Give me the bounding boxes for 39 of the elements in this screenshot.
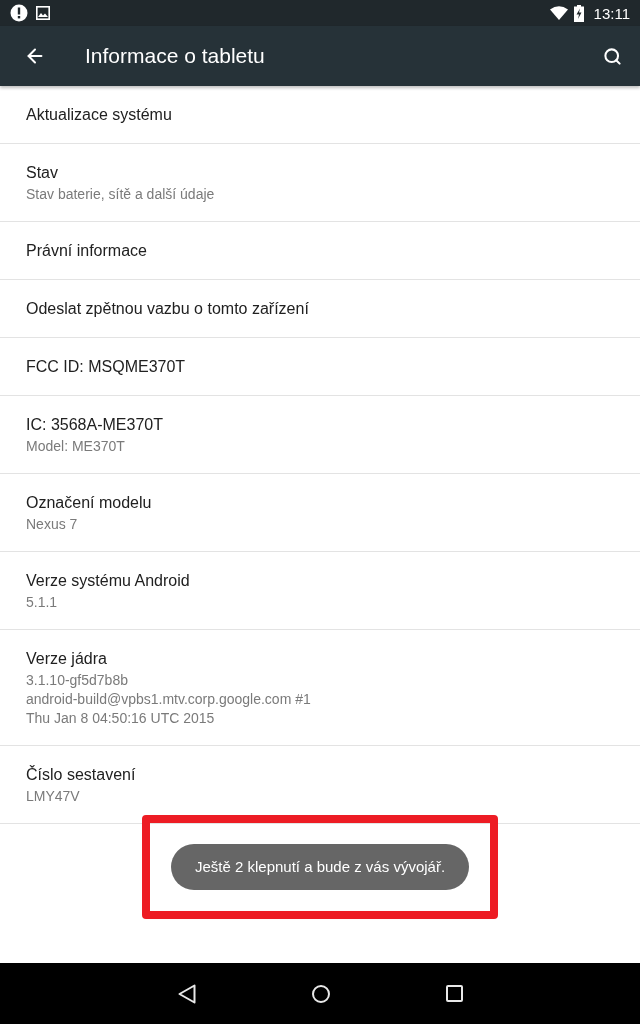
settings-list-item[interactable]: Označení modelu Nexus 7 (0, 474, 640, 552)
item-title: IC: 3568A-ME370T (26, 415, 163, 435)
item-summary: LMY47V (26, 787, 80, 806)
search-icon (602, 46, 622, 66)
toast-message: Ještě 2 klepnutí a bude z vás vývojář. (170, 844, 470, 890)
home-nav-icon[interactable] (311, 984, 330, 1003)
back-nav-icon[interactable] (177, 983, 196, 1004)
item-title: Označení modelu (26, 493, 152, 513)
item-summary: Model: ME370T (26, 437, 125, 456)
item-summary: Nexus 7 (26, 515, 78, 534)
wifi-icon (549, 6, 568, 20)
item-summary: 3.1.10-gf5d7b8b (26, 671, 128, 690)
recent-apps-icon[interactable] (445, 985, 463, 1002)
settings-list-item[interactable]: Číslo sestavení LMY47V (0, 746, 640, 824)
status-time: 13:11 (593, 5, 630, 21)
item-title: Stav (26, 163, 58, 183)
item-title: Právní informace (26, 241, 147, 261)
settings-list-item[interactable]: Aktualizace systému (0, 86, 640, 144)
settings-list-item[interactable]: Verze jádra 3.1.10-gf5d7b8b android-build@vpbs1.mtv.corp.google.com #1 Thu Jan 8 04:50:16 UTC 2015 (0, 630, 640, 746)
item-summary: Stav baterie, sítě a další údaje (26, 185, 215, 204)
item-title: FCC ID: MSQME370T (26, 357, 186, 377)
item-summary: android-build@vpbs1.mtv.corp.google.com #1 (26, 690, 311, 709)
item-title: Aktualizace systému (26, 105, 172, 125)
item-summary: 5.1.1 (26, 593, 58, 612)
item-title: Verze jádra (26, 649, 107, 669)
settings-list-item[interactable]: Verze systému Android 5.1.1 (0, 552, 640, 630)
toolbar-title: Informace o tabletu (85, 43, 265, 70)
item-summary: Thu Jan 8 04:50:16 UTC 2015 (26, 709, 215, 728)
image-icon (36, 6, 50, 20)
settings-list-item[interactable]: FCC ID: MSQME370T (0, 338, 640, 396)
settings-list-item[interactable]: Právní informace (0, 222, 640, 280)
settings-list-item[interactable]: Odeslat zpětnou vazbu o tomto zařízení (0, 280, 640, 338)
battery-charging-icon (573, 4, 584, 22)
item-title: Verze systému Android (26, 571, 190, 591)
settings-list-item[interactable]: IC: 3568A-ME370T Model: ME370T (0, 396, 640, 474)
item-title: Odeslat zpětnou vazbu o tomto zařízení (26, 299, 309, 319)
settings-list-item[interactable]: Stav Stav baterie, sítě a další údaje (0, 144, 640, 222)
alert-icon (10, 4, 28, 22)
item-title: Číslo sestavení (26, 764, 136, 785)
